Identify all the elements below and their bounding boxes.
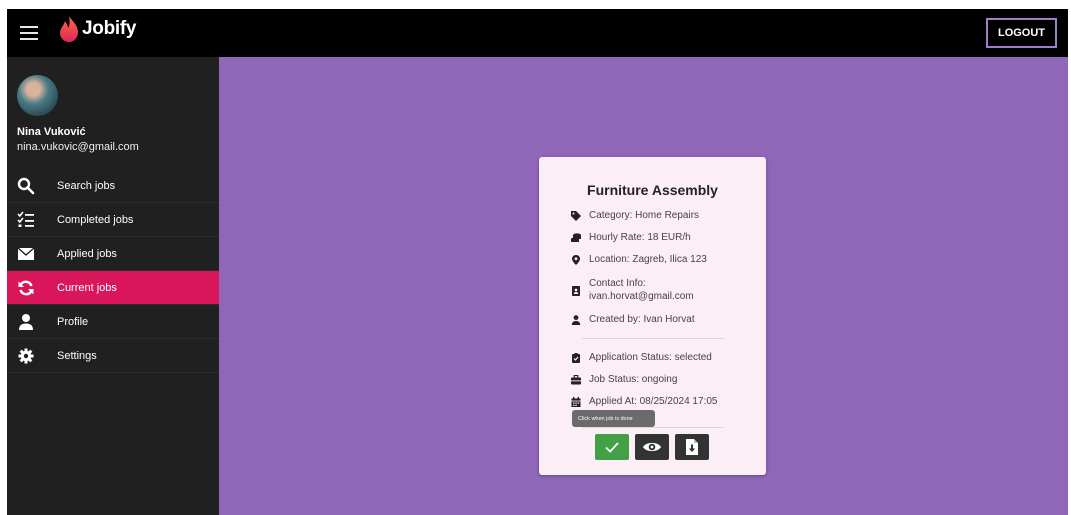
refresh-icon bbox=[18, 280, 34, 296]
tooltip: Click when job is done bbox=[572, 410, 655, 427]
card-divider bbox=[582, 427, 724, 428]
mark-done-button[interactable] bbox=[595, 434, 629, 460]
app-logo[interactable]: Jobify bbox=[59, 15, 136, 43]
contact-email: ivan.horvat@gmail.com bbox=[589, 291, 694, 302]
download-button[interactable] bbox=[675, 434, 709, 460]
clipboard-check-icon bbox=[572, 353, 580, 363]
sidebar-item-label: Current jobs bbox=[57, 281, 117, 294]
briefcase-icon bbox=[571, 375, 581, 385]
sidebar-nav: Search jobs Completed jobs Applied jobs … bbox=[7, 169, 219, 373]
sidebar-item-label: Completed jobs bbox=[57, 213, 134, 226]
coins-icon bbox=[571, 233, 581, 242]
calendar-icon bbox=[571, 397, 581, 407]
applied-at: Applied At: 08/25/2024 17:05 bbox=[571, 396, 717, 407]
check-icon bbox=[605, 442, 619, 453]
checklist-icon bbox=[17, 211, 34, 227]
application-status: Application Status: selected bbox=[571, 352, 712, 363]
app-frame: Jobify LOGOUT Nina Vuković nina.vukovic@… bbox=[7, 9, 1068, 515]
user-icon bbox=[571, 315, 581, 325]
user-email: nina.vukovic@gmail.com bbox=[17, 141, 139, 153]
job-location: Location: Zagreb, Ilica 123 bbox=[571, 254, 707, 265]
contact-card-icon bbox=[572, 285, 580, 296]
job-contact: Contact Info: ivan.horvat@gmail.com bbox=[571, 277, 694, 303]
gear-icon bbox=[18, 348, 34, 364]
user-icon bbox=[19, 314, 33, 330]
job-title: Furniture Assembly bbox=[587, 182, 718, 198]
location-pin-icon bbox=[572, 255, 580, 265]
logout-button[interactable]: LOGOUT bbox=[986, 18, 1057, 48]
envelope-icon bbox=[17, 247, 35, 260]
view-button[interactable] bbox=[635, 434, 669, 460]
search-icon bbox=[17, 177, 35, 195]
sidebar-item-label: Applied jobs bbox=[57, 247, 117, 260]
sidebar-item-search-jobs[interactable]: Search jobs bbox=[7, 169, 219, 203]
sidebar-item-label: Settings bbox=[57, 349, 97, 362]
sidebar-item-current-jobs[interactable]: Current jobs bbox=[7, 271, 219, 305]
sidebar: Nina Vuković nina.vukovic@gmail.com Sear… bbox=[7, 57, 219, 515]
flame-icon bbox=[60, 16, 78, 42]
job-status: Job Status: ongoing bbox=[571, 374, 677, 385]
sidebar-item-completed-jobs[interactable]: Completed jobs bbox=[7, 203, 219, 237]
main-content: Furniture Assembly Category: Home Repair… bbox=[219, 57, 1068, 515]
file-download-icon bbox=[686, 439, 698, 455]
sidebar-item-settings[interactable]: Settings bbox=[7, 339, 219, 373]
sidebar-item-label: Profile bbox=[57, 315, 89, 328]
sidebar-item-applied-jobs[interactable]: Applied jobs bbox=[7, 237, 219, 271]
job-card: Furniture Assembly Category: Home Repair… bbox=[539, 157, 766, 475]
sidebar-item-label: Search jobs bbox=[57, 179, 116, 192]
contact-label: Contact Info: bbox=[589, 278, 646, 289]
sidebar-item-profile[interactable]: Profile bbox=[7, 305, 219, 339]
avatar[interactable] bbox=[17, 75, 58, 116]
card-divider bbox=[582, 338, 724, 339]
menu-icon[interactable] bbox=[18, 23, 40, 43]
tag-icon bbox=[571, 211, 581, 221]
job-rate: Hourly Rate: 18 EUR/h bbox=[571, 232, 691, 243]
user-name: Nina Vuković bbox=[17, 126, 86, 138]
job-category: Category: Home Repairs bbox=[571, 210, 699, 221]
job-created-by: Created by: Ivan Horvat bbox=[571, 314, 695, 325]
eye-icon bbox=[643, 442, 661, 452]
app-name: Jobify bbox=[82, 18, 137, 39]
top-bar: Jobify LOGOUT bbox=[7, 9, 1068, 57]
